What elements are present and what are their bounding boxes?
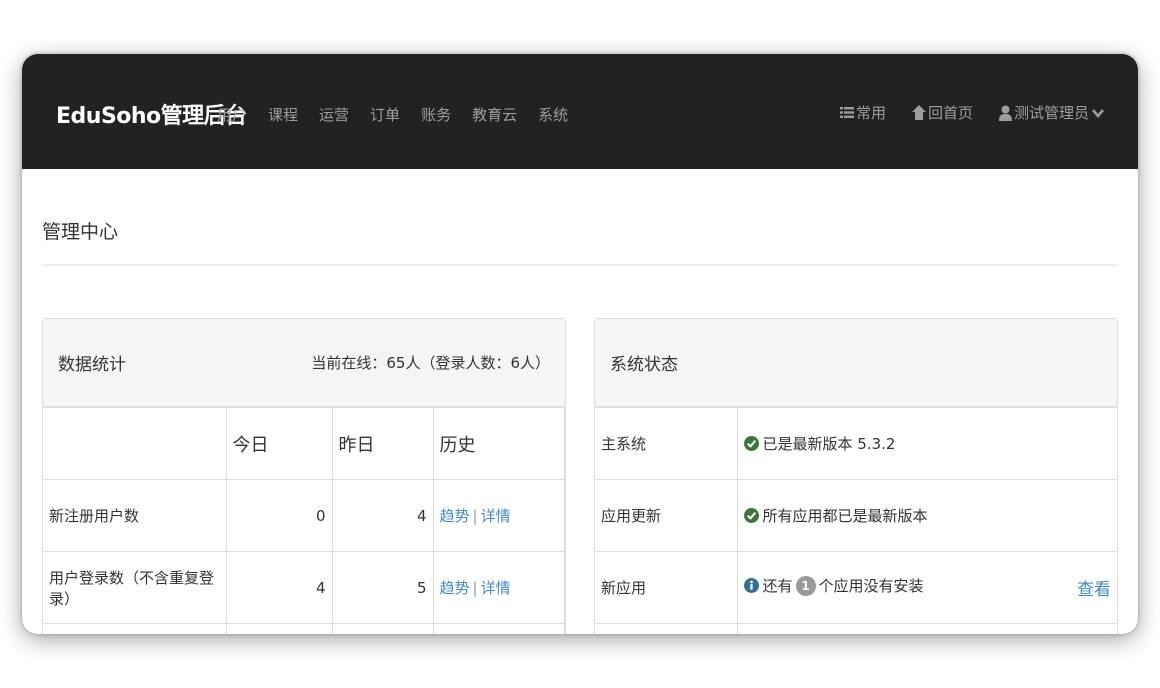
nav-item-operations[interactable]: 运营 <box>319 104 349 125</box>
stats-panel-title: 数据统计 <box>58 355 126 375</box>
row-label: 应用更新 <box>595 479 738 552</box>
column-header-today: 今日 <box>225 407 333 480</box>
column-header-label <box>43 407 227 480</box>
system-status-panel: 系统状态 主系统 已是最新版本 5.3.2 应用更新 所有应用都已是最新版本 新… <box>594 318 1118 634</box>
status-value: 还有 1 个应用没有安装 查看 <box>736 551 1117 624</box>
table-row <box>43 623 565 634</box>
main-system-status: 已是最新版本 5.3.2 <box>762 435 896 453</box>
main-menu: 用户 课程 运营 订单 账务 教育云 系统 <box>217 104 589 125</box>
row-label: 用户登录数（不含重复登录） <box>43 551 227 624</box>
status-panel-title: 系统状态 <box>610 355 678 375</box>
nav-item-system[interactable]: 系统 <box>538 104 568 125</box>
yesterday-value: 4 <box>331 479 434 552</box>
chevron-down-icon <box>1092 108 1104 118</box>
table-row: 用户登录数（不含重复登录） 4 5 趋势 | 详情 <box>43 551 565 624</box>
status-value: 已是最新版本 5.3.2 <box>736 407 1117 480</box>
nav-item-edu-cloud[interactable]: 教育云 <box>472 104 517 125</box>
stats-panel-heading: 数据统计 当前在线：65人（登录人数：6人） <box>43 319 565 407</box>
history-links: 趋势 | 详情 <box>432 551 565 624</box>
status-panel-heading: 系统状态 <box>595 319 1117 407</box>
view-apps-link[interactable]: 查看 <box>1077 575 1111 600</box>
status-table: 主系统 已是最新版本 5.3.2 应用更新 所有应用都已是最新版本 新应用 还有… <box>595 407 1117 634</box>
user-icon <box>998 105 1012 121</box>
list-icon <box>839 106 854 119</box>
nav-item-users[interactable]: 用户 <box>217 104 247 125</box>
stats-header-row: 今日 昨日 历史 <box>43 407 565 480</box>
page-title: 管理中心 <box>42 221 119 243</box>
link-separator: | <box>472 507 478 525</box>
history-links: 趋势 | 详情 <box>432 479 565 552</box>
today-value: 0 <box>225 479 333 552</box>
row-label: 新应用 <box>595 551 738 624</box>
right-menu: 常用 回首页 测试管理员 <box>814 102 1106 123</box>
common-menu-label: 常用 <box>855 104 886 122</box>
top-navbar: EduSoho管理后台 用户 课程 运营 订单 账务 教育云 系统 常用 回首页 <box>22 54 1138 169</box>
info-circle-icon <box>743 578 759 593</box>
nav-item-orders[interactable]: 订单 <box>370 104 400 125</box>
stats-panel: 数据统计 当前在线：65人（登录人数：6人） 今日 昨日 历史 新注册用户数 0… <box>42 318 566 634</box>
new-app-count-badge: 1 <box>795 576 816 596</box>
check-circle-icon <box>743 508 759 523</box>
new-app-prefix: 还有 <box>762 577 793 595</box>
table-row: 新应用 还有 1 个应用没有安装 查看 <box>595 551 1117 624</box>
table-row: 主系统 已是最新版本 5.3.2 <box>595 407 1117 480</box>
row-label: 新注册用户数 <box>43 479 227 552</box>
check-circle-icon <box>743 436 759 451</box>
app-window: EduSoho管理后台 用户 课程 运营 订单 账务 教育云 系统 常用 回首页 <box>22 54 1138 634</box>
user-menu[interactable]: 测试管理员 <box>998 102 1106 123</box>
column-header-history: 历史 <box>432 407 565 480</box>
table-row: 新注册用户数 0 4 趋势 | 详情 <box>43 479 565 552</box>
app-update-status: 所有应用都已是最新版本 <box>762 507 928 525</box>
stats-table: 今日 昨日 历史 新注册用户数 0 4 趋势 | 详情 用户登录数（不含重复登录） … <box>43 407 565 634</box>
online-count-text: 当前在线：65人（登录人数：6人） <box>311 354 550 372</box>
today-value: 4 <box>225 551 333 624</box>
yesterday-value: 5 <box>331 551 434 624</box>
row-label: 主系统 <box>595 407 738 480</box>
home-link-label: 回首页 <box>927 104 973 122</box>
column-header-yesterday: 昨日 <box>331 407 434 480</box>
home-link[interactable]: 回首页 <box>911 102 973 123</box>
nav-item-finance[interactable]: 账务 <box>421 104 451 125</box>
table-row <box>595 623 1117 634</box>
new-app-suffix: 个应用没有安装 <box>818 577 924 595</box>
status-value: 所有应用都已是最新版本 <box>736 479 1117 552</box>
trend-link[interactable]: 趋势 <box>440 507 470 525</box>
nav-item-courses[interactable]: 课程 <box>268 104 298 125</box>
home-icon <box>911 105 926 120</box>
detail-link[interactable]: 详情 <box>481 507 511 525</box>
user-menu-label: 测试管理员 <box>1013 104 1089 122</box>
link-separator: | <box>472 579 478 597</box>
table-row: 应用更新 所有应用都已是最新版本 <box>595 479 1117 552</box>
trend-link[interactable]: 趋势 <box>440 579 470 597</box>
detail-link[interactable]: 详情 <box>481 579 511 597</box>
common-menu[interactable]: 常用 <box>839 102 886 123</box>
title-divider <box>42 264 1118 266</box>
